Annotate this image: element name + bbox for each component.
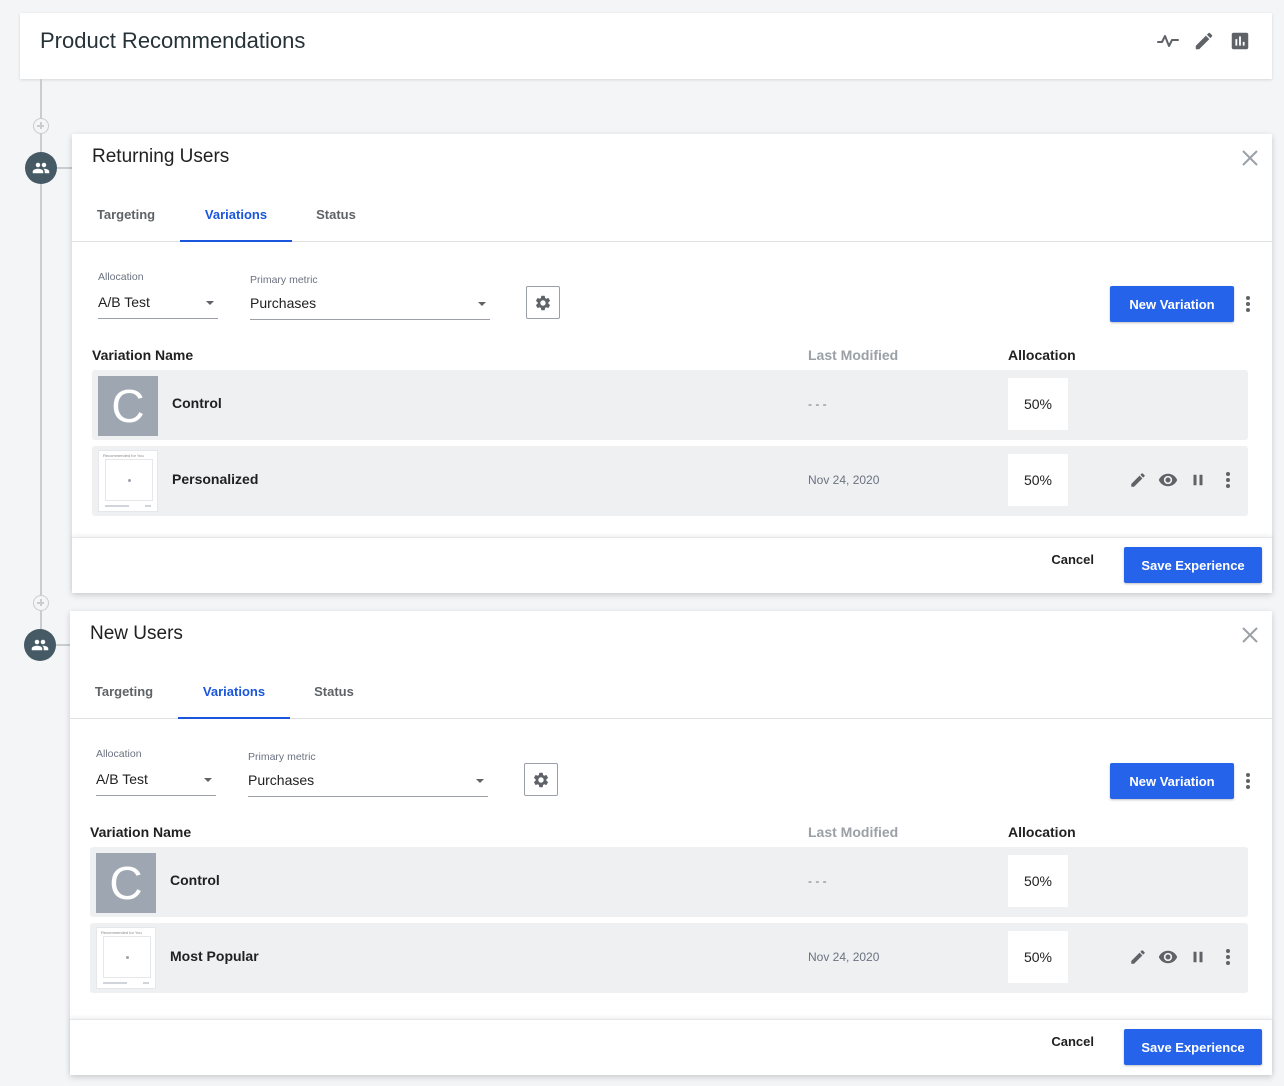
column-header-name: Variation Name [92, 347, 194, 363]
chevron-down-icon [478, 302, 486, 306]
variation-name: Control [170, 872, 220, 888]
row-more-options-icon[interactable] [1218, 947, 1238, 967]
column-header-allocation: Allocation [1008, 347, 1076, 363]
chart-icon[interactable] [1228, 29, 1252, 53]
allocation-value: A/B Test [96, 771, 148, 787]
experience-header: Product Recommendations [20, 13, 1272, 79]
variation-last-modified: Nov 24, 2020 [808, 950, 880, 964]
add-segment-icon[interactable] [33, 595, 49, 611]
page-title: Product Recommendations [40, 28, 306, 53]
thumbnail-letter: C [111, 380, 145, 432]
card-footer: Cancel Save Experience [72, 537, 1272, 593]
thumbnail-letter: C [109, 857, 143, 909]
variation-name: Personalized [172, 471, 259, 487]
variation-last-modified: Nov 24, 2020 [808, 473, 880, 487]
settings-button[interactable] [524, 763, 558, 796]
tab-status[interactable]: Status [308, 194, 364, 242]
segment-card-returning-users: Returning Users Targeting Variations Sta… [72, 134, 1272, 593]
column-header-name: Variation Name [90, 824, 192, 840]
variation-allocation[interactable]: 50% [1008, 454, 1068, 506]
edit-icon[interactable] [1192, 29, 1216, 53]
thumbnail-caption: Recommended for You [101, 930, 142, 935]
allocation-label: Allocation [98, 271, 144, 283]
more-options-icon[interactable] [1244, 771, 1252, 791]
variation-row-control[interactable]: C Control - - - 50% [90, 847, 1248, 917]
variation-row-personalized[interactable]: Recommended for You Personalized Nov 24,… [92, 446, 1248, 516]
tab-targeting[interactable]: Targeting [86, 671, 162, 719]
variation-allocation[interactable]: 50% [1008, 931, 1068, 983]
settings-button[interactable] [526, 286, 560, 319]
chevron-down-icon [204, 778, 212, 782]
chevron-down-icon [476, 779, 484, 783]
edit-icon[interactable] [1128, 947, 1148, 967]
variation-row-most-popular[interactable]: Recommended for You Most Popular Nov 24,… [90, 923, 1248, 993]
segment-title: New Users [90, 623, 183, 644]
row-more-options-icon[interactable] [1218, 470, 1238, 490]
close-icon[interactable] [1240, 625, 1260, 645]
tab-status[interactable]: Status [306, 671, 362, 719]
timeline-connector [56, 644, 70, 646]
new-variation-button[interactable]: New Variation [1110, 286, 1234, 322]
preview-eye-icon[interactable] [1158, 947, 1178, 967]
save-experience-button[interactable]: Save Experience [1124, 547, 1262, 583]
variation-thumbnail: C [96, 853, 156, 913]
segment-tabs: Targeting Variations Status [72, 194, 1272, 242]
variation-name: Most Popular [170, 948, 259, 964]
primary-metric-value: Purchases [248, 772, 315, 788]
header-actions [1156, 29, 1252, 53]
variation-allocation[interactable]: 50% [1008, 855, 1068, 907]
users-icon [25, 152, 57, 184]
allocation-label: Allocation [96, 748, 142, 760]
variation-thumbnail: Recommended for You [96, 927, 156, 989]
variation-actions [1128, 947, 1238, 967]
tab-targeting[interactable]: Targeting [88, 194, 164, 242]
add-segment-icon[interactable] [33, 118, 49, 134]
allocation-select[interactable]: A/B Test [98, 293, 218, 319]
preview-eye-icon[interactable] [1158, 470, 1178, 490]
segment-tabs: Targeting Variations Status [70, 671, 1272, 719]
variation-last-modified: - - - [808, 874, 827, 888]
variation-name: Control [172, 395, 222, 411]
save-experience-button[interactable]: Save Experience [1124, 1029, 1262, 1065]
variation-allocation[interactable]: 50% [1008, 378, 1068, 430]
primary-metric-value: Purchases [250, 295, 317, 311]
segment-card-new-users: New Users Targeting Variations Status Al… [70, 611, 1272, 1075]
column-header-allocation: Allocation [1008, 824, 1076, 840]
gear-icon [535, 295, 551, 310]
primary-metric-select[interactable]: Purchases [248, 771, 488, 797]
users-icon [24, 629, 56, 661]
card-footer: Cancel Save Experience [70, 1019, 1272, 1075]
primary-metric-label: Primary metric [250, 274, 318, 286]
segment-title: Returning Users [92, 146, 230, 167]
tab-variations[interactable]: Variations [180, 194, 292, 242]
variation-actions [1128, 470, 1238, 490]
primary-metric-label: Primary metric [248, 751, 316, 763]
tab-variations[interactable]: Variations [178, 671, 290, 719]
pause-icon[interactable] [1188, 470, 1208, 490]
cancel-button[interactable]: Cancel [1051, 552, 1094, 567]
primary-metric-select[interactable]: Purchases [250, 294, 490, 320]
more-options-icon[interactable] [1244, 294, 1252, 314]
timeline-connector [57, 167, 72, 169]
allocation-select[interactable]: A/B Test [96, 770, 216, 796]
cancel-button[interactable]: Cancel [1051, 1034, 1094, 1049]
column-header-modified: Last Modified [808, 347, 899, 363]
gear-icon [533, 772, 549, 787]
variation-thumbnail: C [98, 376, 158, 436]
close-icon[interactable] [1240, 148, 1260, 168]
pause-icon[interactable] [1188, 947, 1208, 967]
allocation-value: A/B Test [98, 294, 150, 310]
variation-last-modified: - - - [808, 397, 827, 411]
variation-thumbnail: Recommended for You [98, 450, 158, 512]
thumbnail-caption: Recommended for You [103, 453, 144, 458]
variation-row-control[interactable]: C Control - - - 50% [92, 370, 1248, 440]
activity-icon[interactable] [1156, 29, 1180, 53]
new-variation-button[interactable]: New Variation [1110, 763, 1234, 799]
chevron-down-icon [206, 301, 214, 305]
edit-icon[interactable] [1128, 470, 1148, 490]
column-header-modified: Last Modified [808, 824, 899, 840]
